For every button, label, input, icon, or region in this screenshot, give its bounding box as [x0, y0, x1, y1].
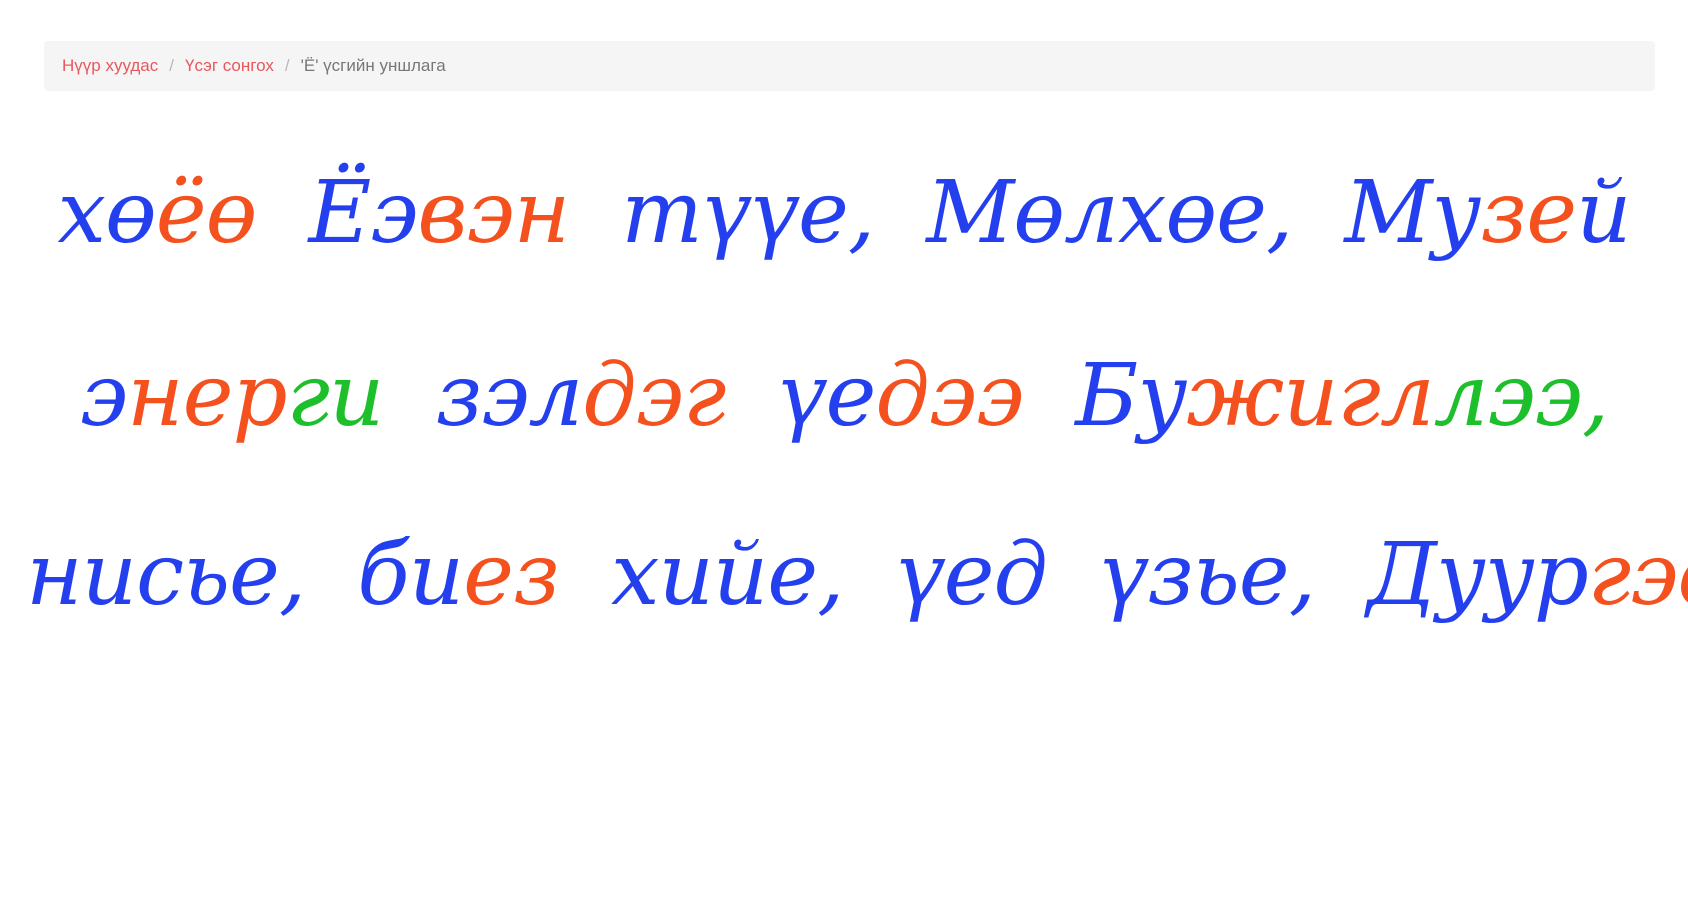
cursive-line-1: хөёө Ёэвэн түүе, Мөлхөе, Музей [0, 170, 1688, 256]
word-segment: түүе, [621, 163, 875, 263]
practice-word: Дуургэе [1367, 532, 1688, 618]
breadcrumb-separator: / [284, 56, 290, 75]
practice-word: Мөлхөе, [926, 170, 1293, 256]
word-segment: үед [895, 525, 1047, 625]
word-segment: ёө [155, 163, 258, 263]
word-segment: Дуур [1367, 525, 1589, 625]
word-segment: Мөлхөе, [926, 163, 1293, 263]
word-segment: ги [286, 346, 385, 446]
word-segment: Ёэ [308, 163, 418, 263]
practice-word: үед [895, 532, 1047, 618]
word-segment: хө [57, 163, 156, 263]
practice-word: Бужигллээ, [1075, 353, 1609, 439]
word-segment: вэн [417, 163, 570, 263]
reading-lesson: хөёө Ёэвэн түүе, Мөлхөе, Музей энерги зэлдэг ү… [0, 120, 1688, 680]
word-segment: үзье, [1098, 525, 1316, 625]
word-segment: Бу [1075, 346, 1187, 446]
practice-word: үедээ [777, 353, 1024, 439]
word-segment: лэ [1433, 346, 1536, 446]
word-segment: Му [1344, 163, 1481, 263]
cursive-line-3: нисье, биез хийе, үед үзье, Дуургэе [0, 532, 1688, 618]
word-segment: й [1576, 163, 1631, 263]
word-segment: жигл [1186, 346, 1434, 446]
word-segment: зэл [435, 346, 583, 446]
breadcrumb-home-link[interactable]: Нүүр хуудас [62, 56, 158, 76]
word-segment: зе [1480, 163, 1577, 263]
word-segment: ез [463, 525, 560, 625]
practice-word: Ёэвэн [308, 170, 570, 256]
practice-word: түүе, [621, 170, 875, 256]
word-segment: хийе, [610, 525, 845, 625]
practice-word: үзье, [1099, 532, 1316, 618]
word-segment: би [357, 525, 464, 625]
word-segment: э [79, 346, 128, 446]
breadcrumb-current-page: 'Ё' үсгийн уншлага [300, 56, 446, 75]
practice-word: хийе, [611, 532, 845, 618]
practice-word: хөёө [57, 170, 257, 256]
practice-word: энерги [80, 353, 385, 439]
practice-word: Музей [1344, 170, 1631, 256]
practice-word: биез [357, 532, 560, 618]
breadcrumb-section-link[interactable]: Үсэг сонгох [185, 56, 274, 76]
breadcrumb-separator: / [169, 56, 174, 75]
word-segment: дэг [582, 346, 726, 446]
word-segment: дээ [875, 346, 1024, 446]
word-segment: нер [127, 346, 288, 446]
word-segment: үе [777, 346, 876, 446]
breadcrumb: Нүүр хуудас / Үсэг сонгох / 'Ё' үсгийн у… [44, 41, 1655, 91]
practice-word: нисье, [26, 532, 306, 618]
word-segment: гэе [1587, 525, 1688, 625]
cursive-line-2: энерги зэлдэг үедээ Бужигллээ, [0, 353, 1688, 439]
practice-word: зэлдэг [435, 353, 726, 439]
word-segment: нисье, [26, 525, 306, 625]
word-segment: э, [1534, 346, 1610, 446]
